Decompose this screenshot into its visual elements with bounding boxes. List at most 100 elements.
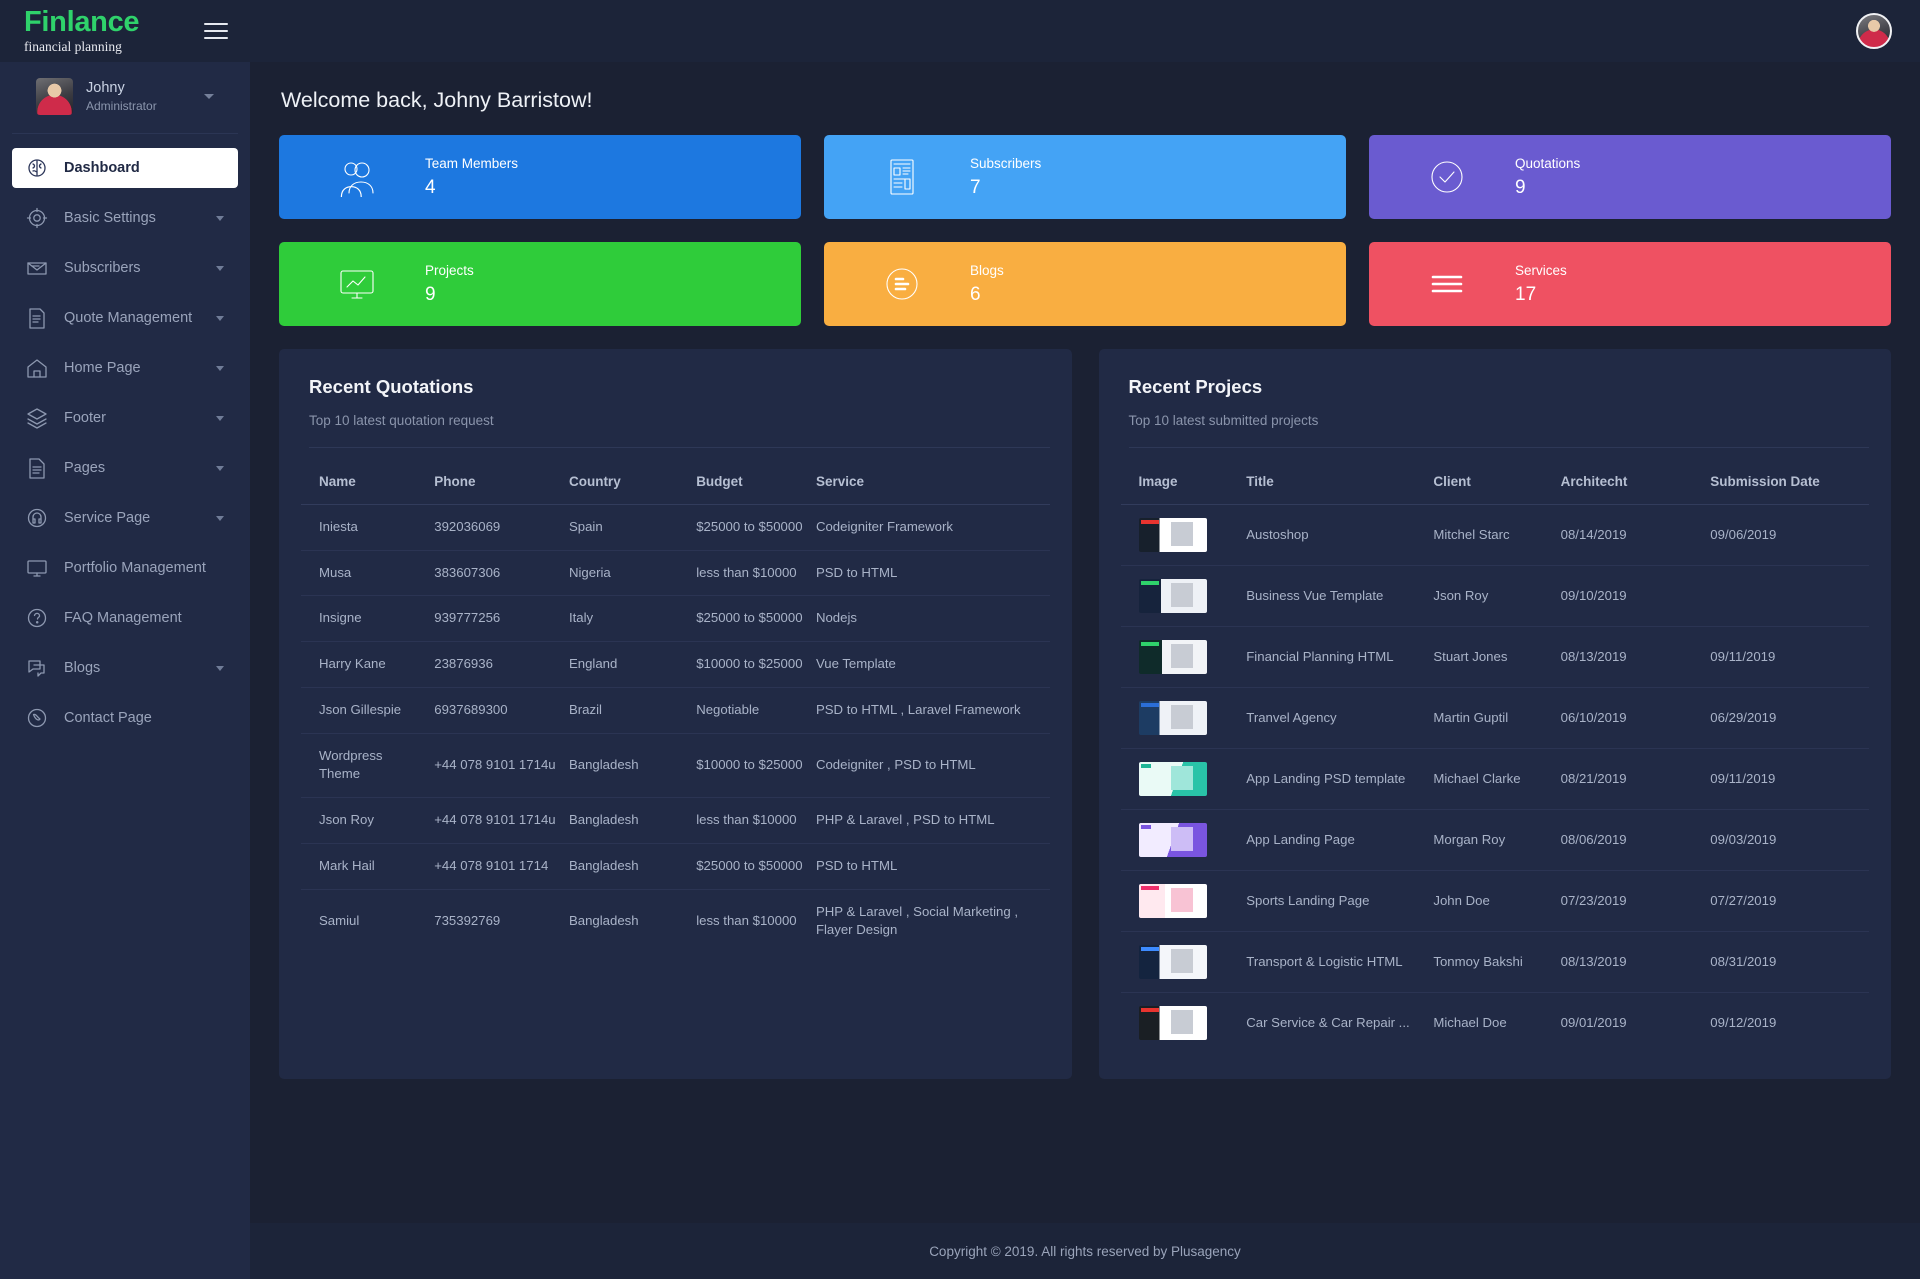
chevron-down-icon[interactable]: [216, 365, 224, 371]
table-row[interactable]: Austoshop Mitchel Starc 08/14/2019 09/06/20…: [1120, 504, 1869, 566]
stat-card-meta: Subscribers 7: [970, 153, 1041, 200]
stat-card-quotations[interactable]: Quotations 9: [1369, 135, 1891, 219]
stat-card-projects[interactable]: Projects 9: [279, 242, 801, 326]
project-thumbnail-icon: [1138, 823, 1207, 857]
stat-card-title: Subscribers: [970, 156, 1042, 172]
sidebar-item-blogs[interactable]: Blogs: [12, 648, 238, 688]
table-row[interactable]: App Landing Page Morgan Roy 08/06/2019 09/0…: [1120, 809, 1869, 871]
sidebar-item-subscribers[interactable]: Subscribers: [12, 248, 238, 288]
avatar: [36, 78, 73, 115]
sidebar-nav: Dashboard Basic Settings Subscribers Quote …: [0, 134, 250, 758]
profile-name: Johny: [86, 79, 125, 96]
cell-budget: less than $10000: [696, 912, 797, 928]
cell-title: Car Service & Car Repair ...: [1246, 1014, 1410, 1030]
brand-logo[interactable]: Finlance financial planning: [24, 6, 140, 54]
stat-card-subscribers[interactable]: Subscribers 7: [824, 135, 1346, 219]
sidebar-item-contact-page[interactable]: Contact Page: [12, 698, 238, 738]
sidebar-item-dashboard[interactable]: Dashboard: [12, 148, 238, 188]
cell-name: Insigne: [301, 595, 429, 643]
profile-meta: Johny Administrator: [86, 79, 191, 114]
sidebar-item-footer[interactable]: Footer: [12, 398, 238, 438]
cell-title: Business Vue Template: [1240, 565, 1428, 627]
recent-quotations-subtitle: Top 10 latest quotation request: [309, 413, 494, 428]
chevron-down-icon[interactable]: [216, 465, 224, 471]
brand-header: Finlance financial planning: [0, 0, 250, 62]
sidebar-item-service-page[interactable]: Service Page: [12, 498, 238, 538]
chevron-down-icon[interactable]: [204, 94, 214, 99]
stat-card-value: 17: [1515, 283, 1537, 305]
brand-name: Finlance: [24, 6, 140, 39]
stat-card-title: Blogs: [970, 263, 1004, 279]
cell-budget: $25000 to $50000: [690, 595, 810, 643]
list-icon: [1427, 264, 1467, 304]
stat-card-meta: Services 17: [1515, 260, 1567, 307]
cell-title: App Landing Page: [1240, 809, 1428, 871]
cell-image: [1120, 870, 1241, 932]
cell-submitted: 06/29/2019: [1704, 687, 1869, 749]
page-title: Welcome back, Johny Barristow!: [281, 88, 593, 112]
table-row[interactable]: Wordpress Theme +44 078 9101 1714u Banglad…: [301, 733, 1050, 799]
cell-service: PHP & Laravel , Social Marketing , Flaye…: [815, 903, 1018, 938]
table-row[interactable]: Iniesta 392036069 Spain $25000 to $50000 Cod…: [301, 504, 1050, 551]
cell-service: Codeigniter Framework: [809, 504, 1050, 551]
chevron-down-icon[interactable]: [216, 415, 224, 421]
table-row[interactable]: Sports Landing Page John Doe 07/23/2019 07/…: [1120, 870, 1869, 932]
cell-client: Martin Guptil: [1427, 687, 1555, 749]
sidebar-item-label: FAQ Management: [64, 610, 182, 626]
stat-card-meta: Team Members 4: [425, 153, 518, 200]
sidebar-item-label: Basic Settings: [64, 210, 156, 226]
sidebar-item-quote-management[interactable]: Quote Management: [12, 298, 238, 338]
table-row[interactable]: Business Vue Template Json Roy 09/10/2019: [1120, 565, 1869, 627]
chart-monitor-icon: [337, 264, 377, 304]
table-row[interactable]: Tranvel Agency Martin Guptil 06/10/2019 06/…: [1120, 687, 1869, 749]
brain-icon: [26, 157, 48, 179]
projects-table-head: Image Title Client Architecht Submission Dat…: [1120, 448, 1869, 505]
sidebar-item-faq-management[interactable]: FAQ Management: [12, 598, 238, 638]
table-row[interactable]: Car Service & Car Repair ... Michael Doe 0…: [1121, 993, 1870, 1054]
chevron-down-icon[interactable]: [216, 315, 224, 321]
table-row[interactable]: Musa 383607306 Nigeria less than $10000 PSD …: [301, 550, 1050, 597]
cell-country: Italy: [562, 595, 691, 643]
table-row[interactable]: Financial Planning HTML Stuart Jones 08/13…: [1120, 626, 1869, 688]
stat-card-team-members[interactable]: Team Members 4: [279, 135, 801, 219]
cell-title: App Landing PSD template: [1240, 748, 1428, 810]
table-row[interactable]: Json Gillespie 6937689300 Brazil Negotiable…: [301, 687, 1050, 734]
table-row[interactable]: App Landing PSD template Michael Clarke 08…: [1120, 748, 1869, 810]
recent-projects-panel: Recent Projecs Top 10 latest submitted p…: [1098, 349, 1891, 1079]
project-thumbnail-icon: [1138, 884, 1207, 918]
stat-card-title: Team Members: [425, 156, 519, 172]
quotations-header-row: Name Phone Country Budget Service: [301, 448, 1050, 505]
recent-projects-title: Recent Projecs: [1128, 376, 1263, 397]
table-row[interactable]: Json Roy +44 078 9101 1714u Bangladesh less…: [301, 797, 1050, 844]
cell-title: Financial Planning HTML: [1240, 626, 1428, 688]
stat-card-services[interactable]: Services 17: [1369, 242, 1891, 326]
sidebar-item-basic-settings[interactable]: Basic Settings: [12, 198, 238, 238]
sidebar-item-label: Blogs: [64, 660, 101, 676]
hamburger-icon[interactable]: [204, 18, 228, 44]
table-row[interactable]: Samiul 735392769 Bangladesh less than $1000…: [301, 889, 1050, 953]
topbar-avatar[interactable]: [1856, 13, 1892, 49]
cell-submitted: 09/11/2019: [1704, 626, 1869, 688]
stat-card-title: Quotations: [1515, 156, 1581, 172]
chevron-down-icon[interactable]: [216, 215, 224, 221]
chevron-down-icon[interactable]: [216, 515, 224, 521]
layers-icon: [26, 407, 48, 429]
table-row[interactable]: Insigne 939777256 Italy $25000 to $50000 Nod…: [301, 595, 1050, 643]
table-row[interactable]: Transport & Logistic HTML Tonmoy Bakshi 08…: [1120, 931, 1869, 993]
chevron-down-icon[interactable]: [216, 665, 224, 671]
column-header: Service: [809, 448, 1050, 505]
chat-icon: [26, 657, 48, 679]
sidebar-item-home-page[interactable]: Home Page: [12, 348, 238, 388]
sidebar-profile[interactable]: Johny Administrator: [12, 62, 238, 134]
stat-card-meta: Projects 9: [425, 260, 474, 307]
cell-budget: Negotiable: [690, 687, 810, 734]
stat-card-blogs[interactable]: Blogs 6: [824, 242, 1346, 326]
table-row[interactable]: Mark Hail +44 078 9101 1714 Bangladesh $250…: [301, 843, 1050, 890]
cell-phone: +44 078 9101 1714u: [428, 733, 563, 799]
chevron-down-icon[interactable]: [216, 265, 224, 271]
sidebar-item-portfolio-management[interactable]: Portfolio Management: [12, 548, 238, 588]
table-row[interactable]: Harry Kane 23876936 England $10000 to $2500…: [301, 641, 1050, 688]
sidebar-item-pages[interactable]: Pages: [12, 448, 238, 488]
stat-card-row-2: Projects 9 Blogs 6 Services 17: [279, 242, 1891, 326]
footer: Copyright © 2019. All rights reserved by…: [250, 1223, 1920, 1279]
